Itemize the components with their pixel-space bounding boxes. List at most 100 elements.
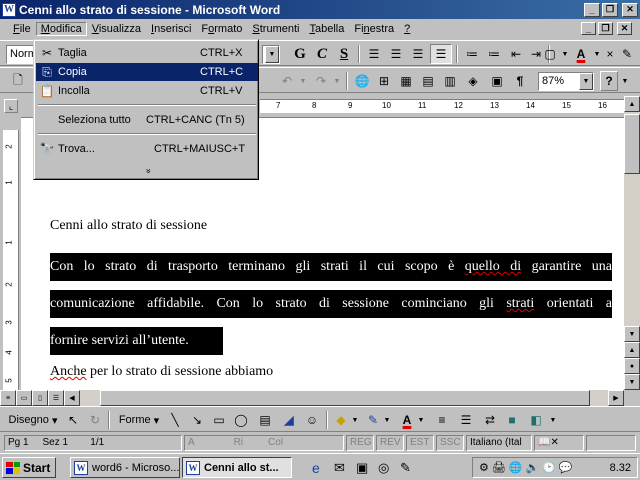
help-button[interactable]: ? (600, 71, 618, 91)
decrease-indent-icon[interactable]: ⇤ (506, 44, 526, 64)
taskbar-button-word6[interactable]: W word6 - Microso... (70, 457, 180, 478)
spelling-status-icon[interactable]: 📖✕ (534, 435, 584, 451)
bullet-list-icon[interactable]: ≔ (484, 44, 504, 64)
status-est[interactable]: EST (406, 435, 434, 451)
menu-tabella[interactable]: Tabella (304, 22, 349, 36)
previous-page-icon[interactable]: ▲ (624, 342, 640, 358)
document-heading[interactable]: Cenni allo strato di sessione (50, 218, 207, 234)
selected-text-line[interactable]: comunicazione affidabile. Con lo strato … (50, 290, 612, 318)
arrow-style-icon[interactable]: ⇄ (480, 410, 500, 430)
chevron-down-icon[interactable]: ▼ (382, 410, 392, 430)
line-icon[interactable]: ╲ (166, 410, 184, 430)
clock[interactable]: 8.32 (610, 462, 631, 474)
doc-minimize-button[interactable]: _ (581, 22, 596, 35)
horizontal-scrollbar[interactable]: ≡ ▭ ▯ ☰ ◀ ▶ (0, 390, 624, 406)
clipart-icon[interactable]: ☺ (302, 410, 322, 430)
desktop-icon[interactable]: ▣ (356, 460, 368, 476)
scroll-up-icon[interactable]: ▲ (624, 96, 640, 112)
shapes-menu-button[interactable]: Forme ▾ (116, 410, 162, 430)
menu-finestra[interactable]: Finestra (349, 22, 399, 36)
web-layout-icon[interactable]: ▭ (16, 390, 32, 406)
text-box-icon[interactable]: ▤ (256, 410, 274, 430)
menu-formato[interactable]: Formato (196, 22, 247, 36)
italic-button[interactable]: C (312, 44, 332, 64)
rotate-icon[interactable]: ↻ (86, 410, 104, 430)
word-app-icon[interactable]: W (2, 2, 16, 17)
body-text-line[interactable]: Anche per lo strato di sessione abbiamo (50, 364, 273, 380)
undo-icon[interactable]: ↶ (276, 71, 298, 91)
doc-close-button[interactable]: ✕ (617, 22, 632, 35)
shadow-icon[interactable]: ■ (502, 410, 522, 430)
scroll-left-icon[interactable]: ◀ (64, 390, 80, 406)
columns-icon[interactable]: ▥ (440, 71, 460, 91)
web-icon[interactable]: 🌐 (352, 71, 372, 91)
menu-file[interactable]: File (8, 22, 36, 36)
chevron-down-icon[interactable]: ▼ (332, 71, 342, 91)
status-ssc[interactable]: SSC (436, 435, 464, 451)
3d-icon[interactable]: ◧ (526, 410, 546, 430)
align-left-icon[interactable]: ☰ (364, 44, 384, 64)
ruler-strip[interactable]: 7 8 9 10 11 12 13 14 15 16 (260, 99, 624, 113)
font-color-icon[interactable]: A (398, 410, 416, 430)
chevron-down-icon[interactable]: ▼ (298, 71, 308, 91)
paragraph-marks-icon[interactable]: ¶ (510, 71, 530, 91)
start-button[interactable]: Start (2, 457, 56, 478)
menu-help[interactable]: ? (399, 22, 415, 36)
chevron-down-icon[interactable]: ▼ (416, 410, 426, 430)
insert-excel-icon[interactable]: ▤ (418, 71, 438, 91)
browse-object-icon[interactable]: ● (624, 358, 640, 374)
notepad-icon[interactable]: ✎ (400, 460, 411, 476)
status-rev[interactable]: REV (376, 435, 404, 451)
align-right-icon[interactable]: ☰ (408, 44, 428, 64)
dash-style-icon[interactable]: ☰ (456, 410, 476, 430)
outline-view-icon[interactable]: ☰ (48, 390, 64, 406)
arrow-icon[interactable]: ↘ (188, 410, 206, 430)
chevron-down-icon[interactable]: ▼ (350, 410, 360, 430)
chevron-down-icon[interactable]: ▼ (548, 410, 558, 430)
chevron-down-icon[interactable]: ▼ (560, 44, 570, 64)
channels-icon[interactable]: ◎ (378, 460, 389, 476)
title-bar[interactable]: W Cenni allo strato di sessione - Micros… (0, 0, 640, 19)
oval-icon[interactable]: ◯ (232, 410, 250, 430)
redo-icon[interactable]: ↷ (310, 71, 332, 91)
align-center-icon[interactable]: ☰ (386, 44, 406, 64)
minimize-button[interactable]: _ (584, 2, 600, 17)
chevron-down-icon[interactable]: ▼ (620, 71, 630, 91)
scroll-right-icon[interactable]: ▶ (608, 390, 624, 406)
scroll-down-icon[interactable]: ▼ (624, 326, 640, 342)
selected-text-line[interactable]: fornire servizi all’utente. (50, 327, 223, 355)
justify-icon[interactable]: ☰ (430, 44, 452, 64)
line-color-icon[interactable]: ✎ (364, 410, 382, 430)
fill-color-icon[interactable]: ◆ (332, 410, 350, 430)
outlook-icon[interactable]: ✉ (334, 460, 345, 476)
new-document-icon[interactable]: 🗋 (8, 71, 28, 91)
internet-explorer-icon[interactable]: e (312, 460, 320, 476)
rectangle-icon[interactable]: ▭ (210, 410, 228, 430)
select-objects-icon[interactable]: ↖ (64, 410, 82, 430)
chevron-down-icon[interactable]: ▼ (592, 44, 602, 64)
border-icon[interactable]: ▢ (540, 44, 560, 64)
menu-visualizza[interactable]: Visualizza (87, 22, 146, 36)
numbered-list-icon[interactable]: ≔ (462, 44, 482, 64)
maximize-button[interactable]: ❐ (602, 2, 618, 17)
expand-menu-icon[interactable]: » (140, 60, 154, 282)
print-layout-icon[interactable]: ▯ (32, 390, 48, 406)
scroll-thumb[interactable] (624, 114, 640, 174)
status-reg[interactable]: REG (346, 435, 374, 451)
style-combo[interactable]: Norm (6, 45, 37, 64)
underline-button[interactable]: S (334, 44, 354, 64)
tray-icons[interactable]: ⚙🖨🌐🔊🕑💬 (473, 461, 576, 474)
selected-text-line[interactable]: Con lo strato di trasporto terminano gli… (50, 253, 612, 281)
normal-view-icon[interactable]: ≡ (0, 390, 16, 406)
document-map-icon[interactable]: ▣ (486, 71, 508, 91)
highlight-icon[interactable]: ✎ (618, 44, 636, 64)
insert-table-icon[interactable]: ▦ (396, 71, 416, 91)
zoom-combo[interactable]: 87% ▼ (538, 72, 594, 91)
bold-button[interactable]: G (290, 44, 310, 64)
draw-menu-button[interactable]: Disegno ▾ (8, 410, 58, 430)
drawing-icon[interactable]: ◈ (462, 71, 484, 91)
line-style-icon[interactable]: ≡ (432, 410, 452, 430)
close-icon[interactable]: × (604, 44, 616, 64)
status-language[interactable]: Italiano (Ital (466, 435, 532, 451)
font-size-combo[interactable]: ▼ (262, 45, 280, 64)
